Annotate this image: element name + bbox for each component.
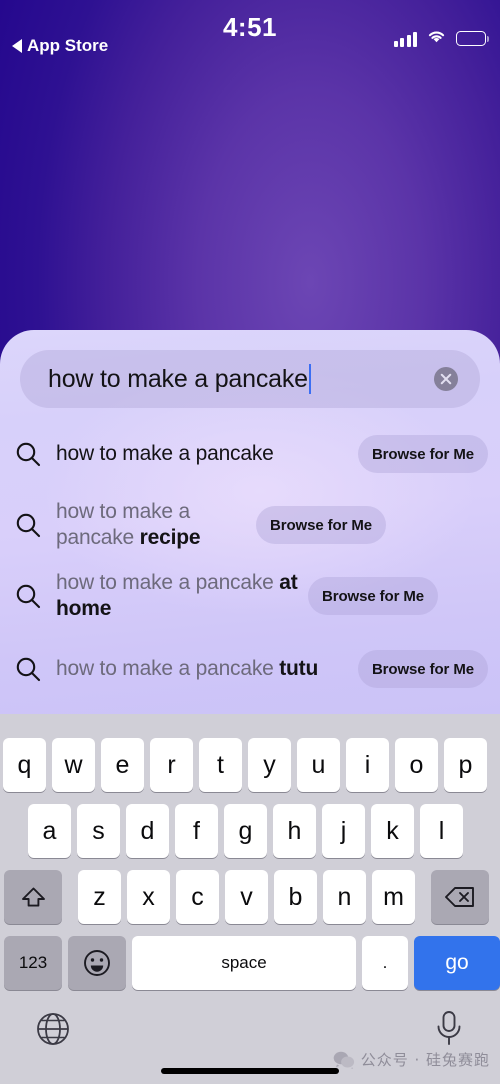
- key-n[interactable]: n: [323, 870, 366, 924]
- key-q[interactable]: q: [3, 738, 46, 792]
- back-to-app-store-button[interactable]: App Store: [12, 36, 108, 56]
- period-key[interactable]: .: [362, 936, 408, 990]
- go-key[interactable]: go: [414, 936, 500, 990]
- key-h[interactable]: h: [273, 804, 316, 858]
- browse-for-me-button[interactable]: Browse for Me: [256, 506, 387, 544]
- backspace-delete-icon[interactable]: [431, 870, 489, 924]
- suggestion-text: how to make a pancake tutu: [56, 657, 319, 680]
- key-v[interactable]: v: [225, 870, 268, 924]
- key-u[interactable]: u: [297, 738, 340, 792]
- key-t[interactable]: t: [199, 738, 242, 792]
- search-icon: [0, 582, 56, 610]
- numeric-keyboard-button[interactable]: 123: [4, 936, 62, 990]
- key-y[interactable]: y: [248, 738, 291, 792]
- cellular-bars-icon: [393, 31, 417, 47]
- suggestion-row[interactable]: how to make a pancake recipe Browse for …: [0, 497, 500, 553]
- browse-for-me-button[interactable]: Browse for Me: [308, 577, 439, 615]
- keyboard-row-4: 123 space . go: [0, 936, 500, 990]
- suggestion-row[interactable]: how to make a pancake at home Browse for…: [0, 568, 500, 624]
- search-icon: [0, 511, 56, 539]
- key-s[interactable]: s: [77, 804, 120, 858]
- search-icon: [0, 655, 56, 683]
- key-p[interactable]: p: [444, 738, 487, 792]
- browse-for-me-button[interactable]: Browse for Me: [357, 435, 488, 473]
- key-j[interactable]: j: [322, 804, 365, 858]
- key-w[interactable]: w: [52, 738, 95, 792]
- suggestion-text: how to make a pancake recipe: [56, 500, 201, 549]
- key-l[interactable]: l: [420, 804, 463, 858]
- iphone-screen: 4:51 App Store how to make a pancake how…: [0, 0, 500, 1084]
- globe-language-icon[interactable]: [34, 1010, 72, 1053]
- key-r[interactable]: r: [150, 738, 193, 792]
- key-x[interactable]: x: [127, 870, 170, 924]
- suggestion-row[interactable]: how to make a pancake Browse for Me: [0, 426, 500, 482]
- browse-for-me-button[interactable]: Browse for Me: [357, 650, 488, 688]
- search-icon: [0, 440, 56, 468]
- watermark: 公众号 · 硅兔赛跑: [333, 1049, 490, 1070]
- key-g[interactable]: g: [224, 804, 267, 858]
- key-a[interactable]: a: [28, 804, 71, 858]
- suggestion-text: how to make a pancake: [56, 442, 274, 465]
- keyboard-bottom-bar: 公众号 · 硅兔赛跑: [0, 998, 500, 1084]
- keyboard-row-2: a s d f g h j k l: [0, 804, 500, 858]
- back-label: App Store: [27, 36, 109, 55]
- key-k[interactable]: k: [371, 804, 414, 858]
- key-d[interactable]: d: [126, 804, 169, 858]
- key-o[interactable]: o: [395, 738, 438, 792]
- watermark-text: 公众号 · 硅兔赛跑: [360, 1051, 490, 1069]
- search-field[interactable]: how to make a pancake: [20, 350, 480, 408]
- key-b[interactable]: b: [274, 870, 317, 924]
- keyboard-row-3: z x c v b n m: [0, 870, 500, 924]
- key-f[interactable]: f: [175, 804, 218, 858]
- key-e[interactable]: e: [101, 738, 144, 792]
- key-z[interactable]: z: [78, 870, 121, 924]
- suggestion-row[interactable]: how to make a pancake tutu Browse for Me: [0, 646, 500, 692]
- key-m[interactable]: m: [372, 870, 415, 924]
- wechat-logo-icon: [333, 1051, 355, 1069]
- status-indicators: [393, 28, 489, 49]
- triangle-left-icon: [12, 39, 22, 53]
- keyboard-row-1: q w e r t y u i o p: [0, 738, 500, 792]
- search-input-value: how to make a pancake: [48, 364, 308, 393]
- key-c[interactable]: c: [176, 870, 219, 924]
- shift-up-icon[interactable]: [4, 870, 62, 924]
- home-indicator-bar[interactable]: [161, 1068, 339, 1074]
- key-i[interactable]: i: [346, 738, 389, 792]
- clear-search-icon[interactable]: [434, 367, 458, 391]
- battery-low-power-icon: [456, 31, 489, 46]
- text-cursor: [308, 364, 312, 394]
- wifi-icon: [426, 28, 447, 49]
- search-input[interactable]: how to make a pancake: [20, 364, 434, 394]
- space-key[interactable]: space: [132, 936, 356, 990]
- status-bar: 4:51 App Store: [0, 0, 500, 62]
- suggestion-text: how to make a pancake at home: [56, 571, 298, 620]
- search-suggestions-panel: how to make a pancake how to make a panc…: [0, 330, 500, 714]
- microphone-dictation-icon[interactable]: [432, 1008, 466, 1053]
- emoji-smiley-icon[interactable]: [68, 936, 126, 990]
